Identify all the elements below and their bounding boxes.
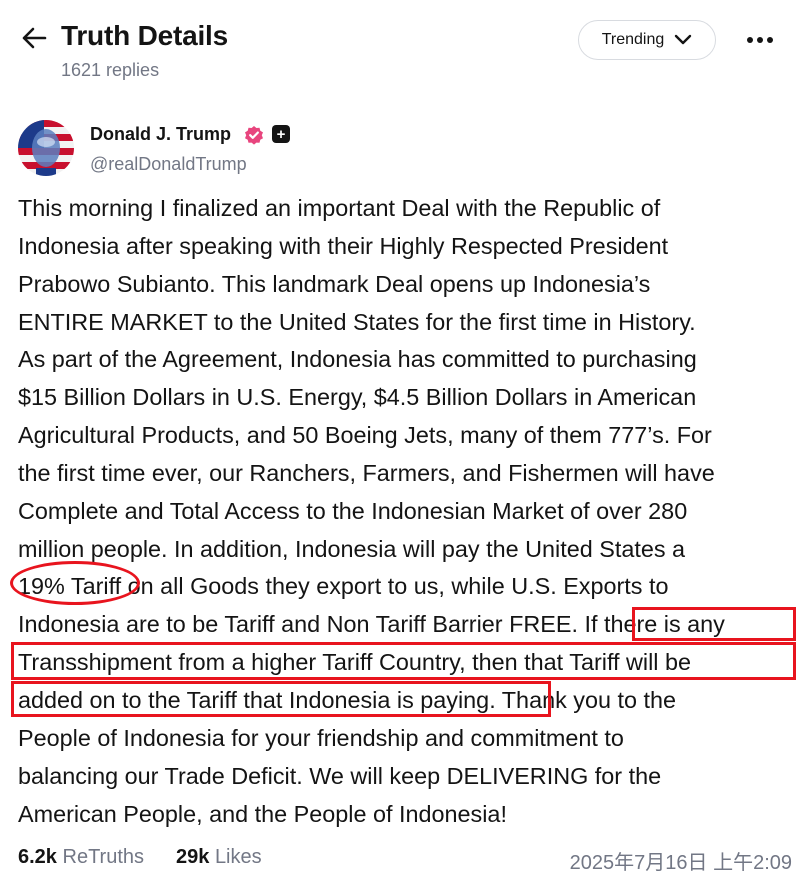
post-line: Indonesia are to be Tariff and Non Tarif… (18, 611, 725, 637)
post-line: Complete and Total Access to the Indones… (18, 498, 688, 524)
retruths-stat[interactable]: 6.2k ReTruths (18, 846, 144, 869)
post-line: ENTIRE MARKET to the United States for t… (18, 309, 696, 335)
post-line: American People, and the People of Indon… (18, 801, 507, 827)
likes-stat[interactable]: 29k Likes (176, 846, 262, 869)
post-line: Prabowo Subianto. This landmark Deal ope… (18, 271, 651, 297)
likes-label: Likes (214, 846, 262, 868)
post-line: balancing our Trade Deficit. We will kee… (18, 763, 662, 789)
likes-count: 29k (176, 846, 210, 868)
post-line: Indonesia after speaking with their High… (18, 233, 669, 259)
post-line: Transshipment from a higher Tariff Count… (18, 649, 692, 675)
post-line: As part of the Agreement, Indonesia has … (18, 346, 697, 372)
post-line: Agricultural Products, and 50 Boeing Jet… (18, 422, 712, 448)
post-line: the first time ever, our Ranchers, Farme… (18, 460, 715, 486)
retruths-label: ReTruths (62, 846, 145, 868)
post-line: People of Indonesia for your friendship … (18, 725, 624, 751)
retruths-count: 6.2k (18, 846, 57, 868)
post-timestamp: 2025年7月16日 上午2:09 (569, 852, 792, 874)
post-line: $15 Billion Dollars in U.S. Energy, $4.5… (18, 384, 697, 410)
post-line: This morning I finalized an important De… (18, 195, 661, 221)
post-line: 19% Tariff on all Goods they export to u… (18, 573, 669, 599)
post-body: This morning I finalized an important De… (0, 0, 804, 830)
post-line: added on to the Tariff that Indonesia is… (18, 687, 677, 713)
post-line: million people. In addition, Indonesia w… (18, 536, 686, 562)
